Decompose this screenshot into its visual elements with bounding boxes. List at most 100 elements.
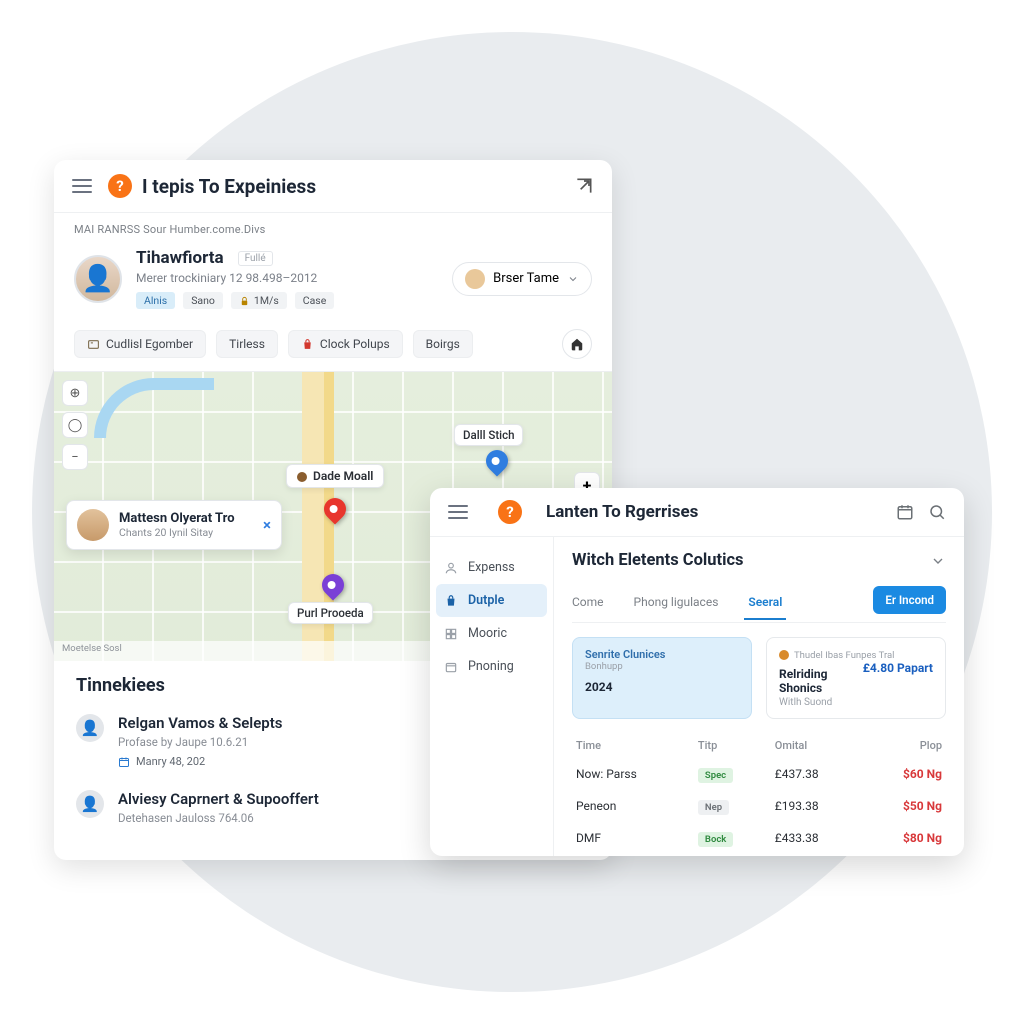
map-tool-stack: ⊕ ◯ − xyxy=(62,380,88,470)
bag-icon xyxy=(444,594,458,608)
tab-seeral[interactable]: Seeral xyxy=(748,589,782,619)
cell-plop: $80 Ng xyxy=(863,822,946,854)
cell-tag: Nep xyxy=(694,790,771,822)
cell-amount: £193.38 xyxy=(771,790,863,822)
chevron-down-icon xyxy=(567,273,579,285)
card-subtitle: Witlh Suond xyxy=(779,697,933,708)
cell-plop: $50 Ng xyxy=(863,790,946,822)
box-icon xyxy=(444,660,458,674)
search-icon[interactable] xyxy=(928,503,946,521)
grid-icon xyxy=(444,627,458,641)
cell-time: DMF xyxy=(572,822,694,854)
map-label[interactable]: Purl Prooeda xyxy=(288,602,373,624)
chip-cudlisl[interactable]: Cudlisl Egomber xyxy=(74,330,206,358)
map-label[interactable]: Dalll Stich xyxy=(454,424,523,446)
hamburger-icon[interactable] xyxy=(448,505,468,519)
hamburger-icon[interactable] xyxy=(72,179,92,193)
tabs-row: Come Phong ligulaces Seeral Er Incond xyxy=(572,586,946,623)
user-switcher-dropdown[interactable]: Brser Tame xyxy=(452,262,592,296)
bag-icon xyxy=(301,338,314,351)
close-icon[interactable]: × xyxy=(263,516,271,534)
calendar-icon xyxy=(118,756,130,768)
primary-action-button[interactable]: Er Incond xyxy=(873,586,946,614)
sidebar-item-expenss[interactable]: Expenss xyxy=(430,551,553,584)
right-main: Witch Eletents Colutics Come Phong ligul… xyxy=(554,537,964,856)
profile-tag[interactable]: 1M/s xyxy=(231,292,287,309)
person-icon xyxy=(444,561,458,575)
table-row[interactable]: Peneon Nep £193.38 $50 Ng xyxy=(572,790,946,822)
cell-tag: Spec xyxy=(694,758,771,790)
summary-cards: Senrite Clunices Bonhupp 2024 Thudel Iba… xyxy=(572,637,946,719)
map-tool-target[interactable]: ⊕ xyxy=(62,380,88,406)
map-river xyxy=(94,378,214,438)
left-app-title: I tepis To Expeiniess xyxy=(142,175,574,198)
map-zoom-out[interactable]: − xyxy=(62,444,88,470)
left-header: ? I tepis To Expeiniess xyxy=(54,160,612,213)
profile-subtitle: Merer trockiniary 12 98.498–2012 xyxy=(136,271,438,285)
map-footer-text: Moetelse Sosl xyxy=(62,643,122,659)
cell-plop: $60 Ng xyxy=(863,758,946,790)
tab-come[interactable]: Come xyxy=(572,589,604,619)
table-header: Titp xyxy=(694,733,771,758)
profile-tag[interactable]: Case xyxy=(295,292,335,309)
right-header: ? Lanten To Rgerrises xyxy=(430,488,964,537)
map-pin-blue[interactable] xyxy=(481,445,512,476)
profile-tags: Alnis Sano 1M/s Case xyxy=(136,292,438,309)
table-row[interactable]: Now: Parss Spec £437.38 $60 Ng xyxy=(572,758,946,790)
table-header: Omital xyxy=(771,733,863,758)
dot-icon xyxy=(779,650,789,660)
summary-card[interactable]: Thudel Ibas Funpes Tral£4.80 Papart Relr… xyxy=(766,637,946,719)
app-logo-icon: ? xyxy=(108,174,132,198)
card-title: Senrite Clunices xyxy=(585,648,739,661)
app-logo-icon: ? xyxy=(498,500,522,524)
panel-expenses-app: ? Lanten To Rgerrises Expenss Dutple Moo… xyxy=(430,488,964,856)
right-app-title: Lanten To Rgerrises xyxy=(546,502,882,522)
section-title: Witch Eletents Colutics xyxy=(572,551,930,570)
breadcrumb: MAI RANRSS Sour Humber.come.Divs xyxy=(54,213,612,242)
calendar-icon[interactable] xyxy=(896,503,914,521)
cell-amount: £437.38 xyxy=(771,758,863,790)
card-subtitle: Bonhupp xyxy=(585,661,739,672)
chip-boirgs[interactable]: Boirgs xyxy=(413,330,473,358)
avatar-sm-icon xyxy=(465,269,485,289)
map-card-sub: Chants 20 Iynil Sitay xyxy=(119,526,235,539)
share-arrow-icon[interactable] xyxy=(574,176,594,196)
map-bubble-center[interactable]: Dade Moall xyxy=(286,464,384,488)
dot-icon xyxy=(297,472,307,482)
action-chip-row: Cudlisl Egomber Tirless Clock Polups Boi… xyxy=(54,319,612,371)
sidebar-item-pnoning[interactable]: Pnoning xyxy=(430,650,553,683)
summary-card[interactable]: Senrite Clunices Bonhupp 2024 xyxy=(572,637,752,719)
profile-section: 👤 Tihawfiorta Fullé Merer trockiniary 12… xyxy=(54,242,612,319)
card-amount: £4.80 Papart xyxy=(863,661,933,675)
expenses-table: Time Titp Omital Plop Now: Parss Spec £4… xyxy=(572,733,946,854)
profile-tag[interactable]: Alnis xyxy=(136,292,175,309)
cell-amount: £433.38 xyxy=(771,822,863,854)
profile-tag[interactable]: Sano xyxy=(183,292,223,309)
card-icon xyxy=(87,338,100,351)
home-button[interactable] xyxy=(562,329,592,359)
sidebar-item-dutple[interactable]: Dutple xyxy=(436,584,547,617)
card-value: 2024 xyxy=(585,680,739,694)
avatar-icon xyxy=(77,509,109,541)
avatar-icon: 👤 xyxy=(76,790,104,818)
map-tool-compass[interactable]: ◯ xyxy=(62,412,88,438)
profile-avatar[interactable]: 👤 xyxy=(74,255,122,303)
map-person-card[interactable]: Mattesn Olyerat Tro Chants 20 Iynil Sita… xyxy=(66,500,282,550)
profile-name: Tihawfiorta xyxy=(136,248,224,268)
chevron-down-icon[interactable] xyxy=(930,553,946,569)
tab-phong[interactable]: Phong ligulaces xyxy=(634,589,719,619)
cell-tag: Bock xyxy=(694,822,771,854)
table-row[interactable]: DMF Bock £433.38 $80 Ng xyxy=(572,822,946,854)
chip-tirless[interactable]: Tirless xyxy=(216,330,278,358)
sidebar-item-mooric[interactable]: Mooric xyxy=(430,617,553,650)
map-card-title: Mattesn Olyerat Tro xyxy=(119,511,235,526)
user-switcher-label: Brser Tame xyxy=(493,271,559,286)
cell-time: Now: Parss xyxy=(572,758,694,790)
chip-clock[interactable]: Clock Polups xyxy=(288,330,403,358)
table-header: Time xyxy=(572,733,694,758)
cell-time: Peneon xyxy=(572,790,694,822)
right-sidebar: Expenss Dutple Mooric Pnoning xyxy=(430,537,554,856)
card-caption: Thudel Ibas Funpes Tral xyxy=(794,650,894,661)
home-icon xyxy=(570,337,584,351)
table-header: Plop xyxy=(863,733,946,758)
